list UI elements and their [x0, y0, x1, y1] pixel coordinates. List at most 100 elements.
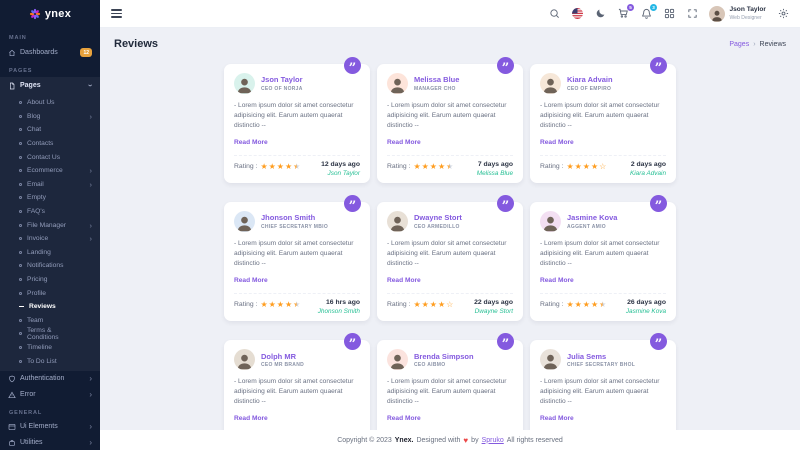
read-more-link[interactable]: Read More [234, 139, 268, 146]
bullet-icon [19, 264, 22, 267]
review-card: ” Json Taylor CEO OF NORJA - Lorem ipsum… [224, 64, 370, 183]
breadcrumb-pages-link[interactable]: Pages [729, 41, 749, 48]
review-card: ” Melissa Blue MANAGER CHO - Lorem ipsum… [377, 64, 523, 183]
reviewer-name: Dwayne Stort [414, 213, 462, 222]
review-time: 12 days ago [321, 161, 360, 168]
sidebar-subitem[interactable]: Chat › [0, 123, 100, 137]
sidebar-subitem[interactable]: Contact Us › [0, 150, 100, 164]
star-icon: ★ [430, 301, 437, 309]
sidebar-subitem[interactable]: About Us › [0, 96, 100, 110]
fullscreen-icon[interactable] [686, 8, 698, 20]
menu-toggle-icon[interactable] [111, 9, 122, 18]
language-flag-icon[interactable] [571, 8, 583, 20]
sidebar-section-general: GENERAL [0, 403, 100, 419]
top-header: 5 3 Json Taylor Web Designer [100, 0, 800, 28]
sidebar-subitem-label: Blog [27, 113, 40, 120]
read-more-link[interactable]: Read More [234, 415, 268, 422]
reviewer-name: Dolph MR [261, 352, 304, 361]
review-signature: Melissa Blue [477, 170, 513, 177]
sidebar-item-authentication[interactable]: Authentication › [0, 371, 100, 387]
sidebar-subitem-label: File Manager [27, 222, 66, 229]
read-more-link[interactable]: Read More [234, 277, 268, 284]
star-icon: ★ [438, 163, 445, 171]
search-icon[interactable] [548, 8, 560, 20]
star-icon: ★ [260, 301, 267, 309]
star-rating: ★★★★☆ [566, 163, 606, 171]
briefcase-icon [8, 439, 16, 447]
sidebar-item-error[interactable]: Error › [0, 387, 100, 403]
sidebar-subitem[interactable]: Landing › [0, 246, 100, 260]
sidebar-item-dashboards[interactable]: Dashboards 12 [0, 44, 100, 61]
footer-brand: Ynex. [395, 437, 414, 444]
reviews-grid: ” Json Taylor CEO OF NORJA - Lorem ipsum… [224, 64, 676, 450]
sidebar-subitem[interactable]: FAQ's › [0, 205, 100, 219]
star-icon: ★ [413, 301, 420, 309]
read-more-link[interactable]: Read More [387, 277, 421, 284]
apps-grid-icon[interactable] [663, 8, 675, 20]
star-icon: ★ [269, 163, 276, 171]
warning-icon [8, 391, 16, 399]
chevron-right-icon: › [89, 375, 92, 383]
review-text: - Lorem ipsum dolor sit amet consectetur… [540, 101, 666, 131]
review-signature: Json Taylor [321, 170, 360, 177]
reviewer-avatar [387, 211, 408, 232]
sidebar-subitem-label: Reviews [29, 303, 56, 310]
rating-label: Rating : [540, 163, 563, 170]
reviewer-avatar [540, 349, 561, 370]
cart-icon[interactable]: 5 [617, 8, 629, 20]
sidebar-subitem[interactable]: Empty › [0, 191, 100, 205]
user-profile-menu[interactable]: Json Taylor Web Designer [709, 6, 766, 22]
reviewer-avatar [387, 73, 408, 94]
star-rating: ★★★★☆ [413, 301, 453, 309]
star-icon: ★ [277, 301, 284, 309]
sidebar-subitem-label: Profile [27, 290, 46, 297]
sidebar-item-pages[interactable]: Pages › [0, 77, 100, 94]
spruko-link[interactable]: Spruko [482, 437, 504, 444]
sidebar-subitem[interactable]: Timeline › [0, 341, 100, 355]
sidebar-subitem[interactable]: To Do List › [0, 354, 100, 368]
brand-logo[interactable]: ynex [0, 0, 100, 28]
sidebar-subitem[interactable]: Contacts › [0, 137, 100, 151]
layout-icon [8, 423, 16, 431]
sidebar-subitem[interactable]: Email › [0, 178, 100, 192]
sidebar-item-label: Utilities [20, 439, 85, 446]
star-icon: ☆ [599, 163, 606, 171]
dark-mode-moon-icon[interactable] [594, 8, 606, 20]
user-role: Web Designer [729, 15, 766, 21]
review-card: ” Jasmine Kova AGGENT AMIO - Lorem ipsum… [530, 202, 676, 321]
star-icon: ★ [430, 163, 437, 171]
sidebar-subitem[interactable]: Reviews › [0, 300, 100, 314]
bullet-icon [19, 115, 22, 118]
pages-submenu: About Us › Blog › Chat › Contact [0, 94, 100, 371]
read-more-link[interactable]: Read More [540, 415, 574, 422]
notifications-bell-icon[interactable]: 3 [640, 8, 652, 20]
rating-label: Rating : [234, 301, 257, 308]
sidebar-subitem[interactable]: Notifications › [0, 259, 100, 273]
sidebar-subitem[interactable]: Pricing › [0, 273, 100, 287]
read-more-link[interactable]: Read More [540, 139, 574, 146]
sidebar-subitem-label: Pricing [27, 276, 47, 283]
rating-label: Rating : [234, 163, 257, 170]
sidebar-subitem[interactable]: Team › [0, 314, 100, 328]
read-more-link[interactable]: Read More [387, 415, 421, 422]
star-icon: ★ [285, 301, 292, 309]
read-more-link[interactable]: Read More [540, 277, 574, 284]
sidebar-subitem[interactable]: Ecommerce › [0, 164, 100, 178]
sidebar-subitem[interactable]: File Manager › [0, 218, 100, 232]
bullet-icon [19, 237, 22, 240]
sidebar-subitem[interactable]: Terms & Conditions › [0, 327, 100, 341]
sidebar-subitem[interactable]: Blog › [0, 110, 100, 124]
sidebar-item-ui-elements[interactable]: Ui Elements › [0, 419, 100, 435]
settings-gear-icon[interactable] [777, 8, 789, 20]
footer-by: by [471, 437, 478, 444]
footer-rights: All rights reserved [507, 437, 563, 444]
sidebar-item-utilities[interactable]: Utilities › [0, 435, 100, 450]
sidebar-subitem[interactable]: Invoice › [0, 232, 100, 246]
sidebar-subitem-label: Landing [27, 249, 51, 256]
read-more-link[interactable]: Read More [387, 139, 421, 146]
rating-label: Rating : [387, 163, 410, 170]
review-signature: Dwayne Stort [474, 308, 513, 315]
sidebar-subitem[interactable]: Profile › [0, 286, 100, 300]
bullet-icon [19, 183, 22, 186]
quote-icon: ” [344, 57, 361, 74]
